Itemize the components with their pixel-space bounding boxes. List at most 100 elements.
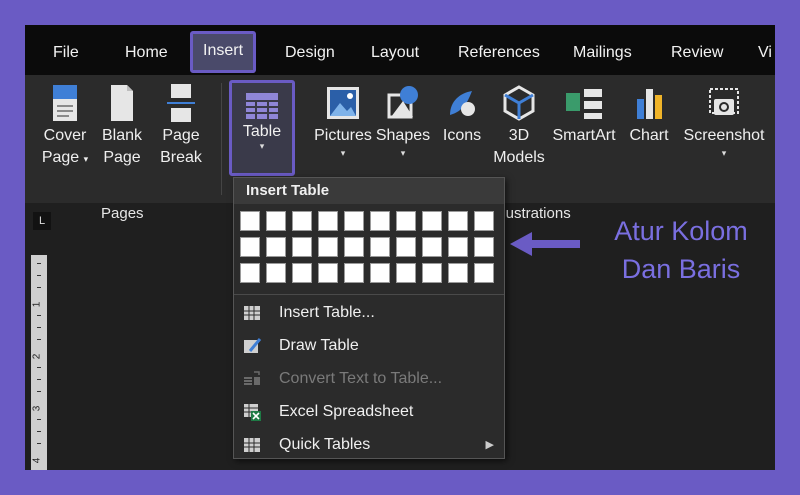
smartart-button[interactable]: SmartArt: [551, 81, 617, 147]
table-grid-cell[interactable]: [370, 263, 390, 283]
table-grid-cell[interactable]: [318, 237, 338, 257]
tab-insert[interactable]: Insert: [190, 31, 257, 73]
page-break-label-2: Break: [160, 149, 202, 166]
table-grid-cell[interactable]: [422, 263, 442, 283]
tab-home[interactable]: Home: [125, 25, 168, 75]
insert-table-dropdown: Insert Table Insert Table... Draw Table …: [233, 177, 505, 459]
table-grid-cell[interactable]: [266, 237, 286, 257]
table-grid-cell[interactable]: [318, 263, 338, 283]
ruler-tick: [37, 315, 41, 316]
ruler-tick: [37, 327, 41, 328]
smartart-icon: [566, 89, 602, 119]
vertical-ruler: 1 2 3 4: [31, 255, 47, 470]
ruler-number: 1: [31, 301, 43, 308]
menu-item-draw-table[interactable]: Draw Table: [234, 331, 504, 361]
blank-page-label-2: Page: [103, 149, 141, 166]
table-grid-cell[interactable]: [266, 263, 286, 283]
table-grid-cell[interactable]: [474, 263, 494, 283]
tab-layout[interactable]: Layout: [371, 25, 419, 75]
table-size-grid[interactable]: [240, 211, 496, 285]
table-grid-cell[interactable]: [396, 263, 416, 283]
3d-models-label-2: Models: [493, 149, 545, 166]
cover-page-button[interactable]: Cover Page ▾: [40, 81, 90, 170]
tab-view[interactable]: Vi: [758, 25, 772, 75]
ruler-tick: [37, 263, 41, 264]
blank-page-icon: [111, 85, 133, 121]
table-grid-cell[interactable]: [344, 237, 364, 257]
table-grid-cell[interactable]: [240, 237, 260, 257]
ruler-tick: [37, 339, 41, 340]
table-grid-cell[interactable]: [344, 211, 364, 231]
table-icon: [244, 306, 260, 320]
table-grid-cell[interactable]: [370, 211, 390, 231]
tab-file[interactable]: File: [53, 25, 79, 75]
table-grid-cell[interactable]: [292, 263, 312, 283]
callout-text: Atur Kolom Dan Baris: [596, 212, 766, 288]
menu-item-label: Draw Table: [279, 337, 359, 354]
page-break-button[interactable]: Page Break: [158, 81, 204, 169]
shapes-label: Shapes: [375, 127, 431, 144]
table-grid-cell[interactable]: [448, 263, 468, 283]
ruler-tick: [37, 379, 41, 380]
callout-line-2: Dan Baris: [621, 254, 741, 284]
icons-icon: [450, 91, 475, 116]
chart-label: Chart: [629, 127, 669, 144]
menu-item-insert-table[interactable]: Insert Table...: [234, 298, 504, 328]
ruler-tick: [37, 367, 41, 368]
table-grid-cell[interactable]: [422, 211, 442, 231]
ruler-tick: [37, 275, 41, 276]
pictures-button[interactable]: Pictures ▾: [311, 81, 375, 159]
tab-review[interactable]: Review: [671, 25, 723, 75]
menu-item-label: Convert Text to Table...: [279, 370, 443, 387]
screenshot-button[interactable]: Screenshot ▾: [679, 81, 769, 159]
menu-item-label: Excel Spreadsheet: [279, 403, 414, 420]
icons-button[interactable]: Icons: [439, 81, 485, 147]
3d-models-button[interactable]: 3D Models: [489, 81, 549, 169]
ruler-number: 3: [31, 405, 43, 412]
ruler-number: 2: [31, 353, 43, 360]
ruler-tick: [37, 391, 41, 392]
table-icon: [244, 438, 260, 452]
table-button[interactable]: Table ▾: [229, 80, 295, 176]
table-grid-cell[interactable]: [266, 211, 286, 231]
table-grid-cell[interactable]: [474, 237, 494, 257]
table-grid-cell[interactable]: [448, 211, 468, 231]
shapes-button[interactable]: Shapes ▾: [375, 81, 431, 159]
menu-separator: [234, 294, 504, 295]
table-grid-cell[interactable]: [422, 237, 442, 257]
table-grid-cell[interactable]: [474, 211, 494, 231]
callout-line-1: Atur Kolom: [614, 216, 748, 246]
ruler-number: 4: [31, 457, 43, 464]
ruler-tick: [37, 443, 41, 444]
menu-item-excel-spreadsheet[interactable]: Excel Spreadsheet: [234, 397, 504, 427]
insert-table-header: Insert Table: [234, 178, 504, 204]
ruler-tick: [37, 287, 41, 288]
dropdown-caret-icon: ▾: [721, 148, 727, 158]
pages-group-label: Pages: [101, 205, 144, 222]
table-grid-cell[interactable]: [344, 263, 364, 283]
table-grid-cell[interactable]: [240, 211, 260, 231]
chart-button[interactable]: Chart: [625, 81, 673, 147]
menu-item-label: Insert Table...: [279, 304, 375, 321]
screenshot-label: Screenshot: [683, 127, 765, 144]
ruler-tab-selector[interactable]: L: [33, 212, 51, 230]
chart-icon: [637, 89, 662, 119]
table-grid-cell[interactable]: [292, 211, 312, 231]
table-grid-cell[interactable]: [318, 211, 338, 231]
pictures-label: Pictures: [314, 127, 372, 144]
table-grid-cell[interactable]: [448, 237, 468, 257]
table-grid-cell[interactable]: [292, 237, 312, 257]
cover-page-icon: [53, 85, 77, 121]
tab-references[interactable]: References: [458, 25, 540, 75]
cover-page-label-2-text: Page: [41, 149, 80, 166]
table-grid-cell[interactable]: [396, 211, 416, 231]
tab-design[interactable]: Design: [285, 25, 335, 75]
convert-text-icon: [244, 371, 260, 385]
tab-mailings[interactable]: Mailings: [573, 25, 632, 75]
table-grid-cell[interactable]: [396, 237, 416, 257]
table-grid-cell[interactable]: [240, 263, 260, 283]
blank-page-button[interactable]: Blank Page: [99, 81, 145, 169]
table-grid-cell[interactable]: [370, 237, 390, 257]
cover-page-label-1: Cover: [43, 127, 87, 144]
menu-item-quick-tables[interactable]: Quick Tables ▶: [234, 430, 504, 460]
